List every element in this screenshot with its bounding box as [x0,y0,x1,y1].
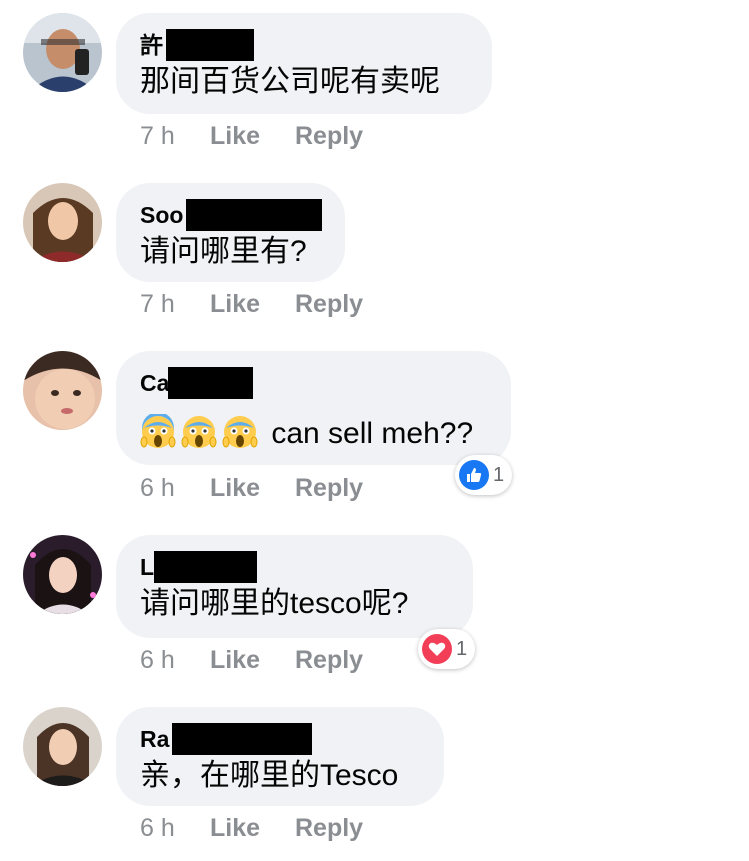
avatar[interactable] [23,13,102,92]
like-button[interactable]: Like [210,813,295,843]
like-button[interactable]: Like [210,121,295,151]
comment-time[interactable]: 7 h [140,289,210,319]
screaming-face-icon [140,414,176,450]
comment-meta: 7 h Like Reply [140,289,363,319]
redaction-bar [172,723,312,755]
comment-author[interactable]: Soo [140,202,183,228]
reaction-badge[interactable]: 1 [455,455,513,495]
comment-meta: 6 h Like Reply [140,645,363,675]
comment-author[interactable]: Ra [140,726,169,752]
like-button[interactable]: Like [210,473,295,503]
redaction-bar [186,199,322,231]
reply-button[interactable]: Reply [295,289,363,319]
thumbs-up-icon [459,460,489,490]
screaming-face-icon [222,414,258,450]
comment-text: 亲，在哪里的Tesco [140,759,399,792]
comment-bubble: Soo 请问哪里有? [116,183,345,282]
reaction-count: 1 [456,637,468,660]
avatar[interactable] [23,351,102,430]
comment-bubble: L 请问哪里的tesco呢? [116,535,473,638]
redaction-bar [166,29,254,61]
comment-bubble: Ra 亲，在哪里的Tesco [116,707,444,806]
screaming-face-icon [181,414,217,450]
heart-icon [422,634,452,664]
comment-author[interactable]: 許 [140,32,163,58]
comment-text: 请问哪里有? [140,235,307,268]
like-button[interactable]: Like [210,289,295,319]
reply-button[interactable]: Reply [295,121,363,151]
comment-time[interactable]: 6 h [140,645,210,675]
comment-time[interactable]: 6 h [140,813,210,843]
redaction-bar [168,367,253,399]
reaction-badge[interactable]: 1 [418,629,476,669]
comment-text: 请问哪里的tesco呢? [140,587,409,620]
avatar[interactable] [23,535,102,614]
avatar[interactable] [23,183,102,262]
comment-meta: 7 h Like Reply [140,121,363,151]
avatar[interactable] [23,707,102,786]
redaction-bar [154,551,257,583]
reply-button[interactable]: Reply [295,473,363,503]
comment-author[interactable]: Ca [140,370,169,396]
comment-bubble: 許 那间百货公司呢有卖呢 [116,13,492,114]
reaction-count: 1 [493,463,505,486]
comment-author[interactable]: L [140,554,154,580]
comment-time[interactable]: 6 h [140,473,210,503]
reply-button[interactable]: Reply [295,645,363,675]
comment-meta: 6 h Like Reply [140,473,363,503]
like-button[interactable]: Like [210,645,295,675]
comment-text-body: can sell meh?? [271,417,474,450]
comment-bubble: Ca can sell meh?? [116,351,511,465]
comment-meta: 6 h Like Reply [140,813,363,843]
comment-text: 那间百货公司呢有卖呢 [140,65,440,98]
comment-time[interactable]: 7 h [140,121,210,151]
comment-text: can sell meh?? [140,413,487,455]
reply-button[interactable]: Reply [295,813,363,843]
